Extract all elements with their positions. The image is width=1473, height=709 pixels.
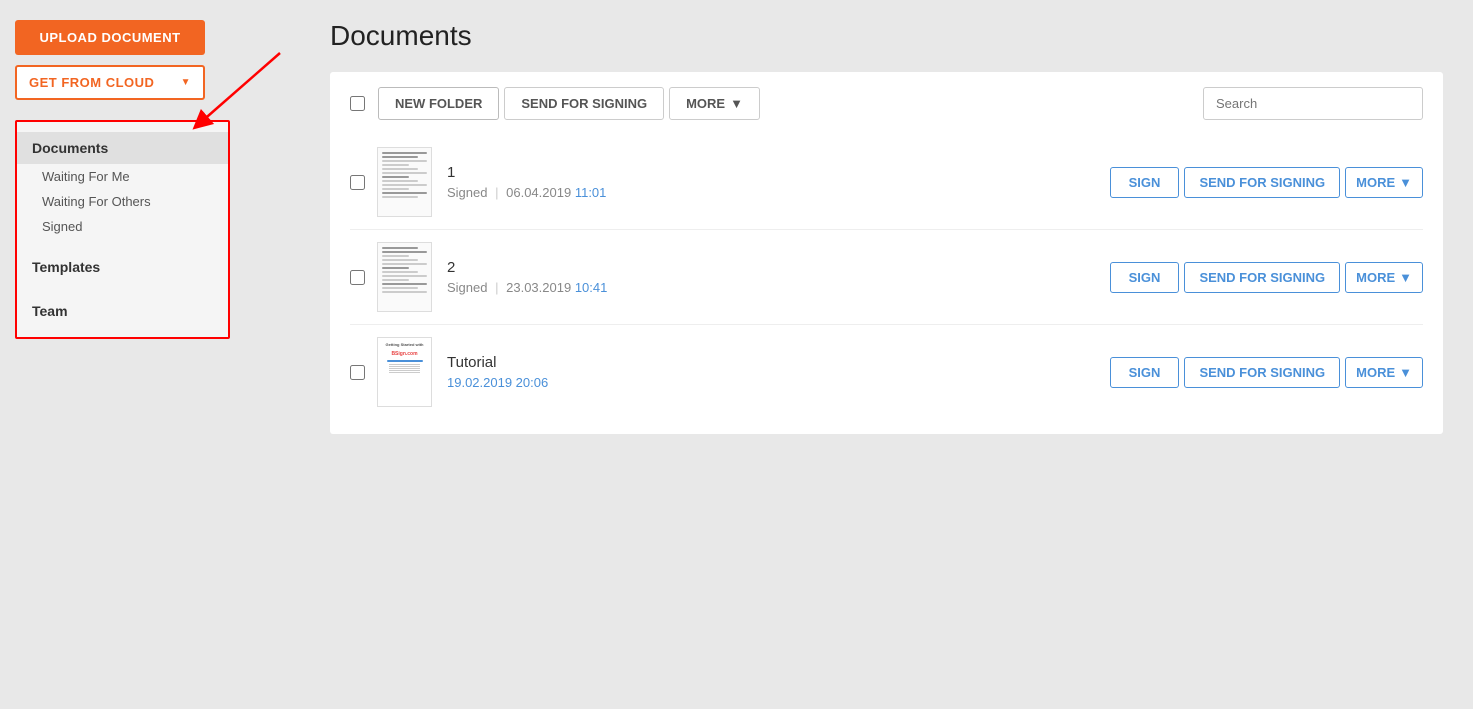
more-label-2: MORE	[1356, 270, 1395, 285]
doc-info-2: 2 Signed | 23.03.2019 10:41	[447, 259, 1110, 295]
doc-actions-2: SIGN SEND FOR SIGNING MORE ▼	[1110, 262, 1423, 293]
more-toolbar-button[interactable]: MORE ▼	[669, 87, 760, 120]
more-toolbar-label: MORE	[686, 96, 725, 111]
more-label-3: MORE	[1356, 365, 1395, 380]
sidebar-item-team[interactable]: Team	[17, 295, 228, 327]
doc-meta-2: Signed | 23.03.2019 10:41	[447, 280, 1110, 295]
doc-info-3: Tutorial 19.02.2019 20:06	[447, 354, 1110, 390]
doc-meta-3: 19.02.2019 20:06	[447, 375, 1110, 390]
doc-time-2: 10:41	[575, 280, 608, 295]
more-chevron-icon-1: ▼	[1399, 175, 1412, 190]
send-for-signing-toolbar-button[interactable]: SEND FOR SIGNING	[504, 87, 664, 120]
doc-checkbox-2[interactable]	[350, 270, 365, 285]
get-from-cloud-button[interactable]: GET FROM CLOUD ▼	[15, 65, 205, 100]
main-content: Documents NEW FOLDER SEND FOR SIGNING MO…	[300, 0, 1473, 709]
sidebar-item-waiting-for-others[interactable]: Waiting For Others	[17, 189, 228, 214]
more-label-1: MORE	[1356, 175, 1395, 190]
upload-document-button[interactable]: UPLOAD DOCUMENT	[15, 20, 205, 55]
more-chevron-icon: ▼	[730, 96, 743, 111]
table-row: Getting Started with BSign.com Tutorial …	[350, 325, 1423, 419]
more-chevron-icon-3: ▼	[1399, 365, 1412, 380]
sidebar-item-documents[interactable]: Documents	[17, 132, 228, 164]
doc-name-2: 2	[447, 259, 1110, 276]
table-row: 1 Signed | 06.04.2019 11:01 SIGN SEND FO…	[350, 135, 1423, 230]
sidebar: UPLOAD DOCUMENT GET FROM CLOUD ▼ Documen…	[0, 0, 300, 709]
send-for-signing-button-2[interactable]: SEND FOR SIGNING	[1184, 262, 1340, 293]
toolbar: NEW FOLDER SEND FOR SIGNING MORE ▼	[350, 87, 1423, 120]
doc-meta-1: Signed | 06.04.2019 11:01	[447, 185, 1110, 200]
search-input[interactable]	[1203, 87, 1423, 120]
send-for-signing-button-1[interactable]: SEND FOR SIGNING	[1184, 167, 1340, 198]
doc-checkbox-1[interactable]	[350, 175, 365, 190]
doc-status-2: Signed	[447, 280, 487, 295]
sign-button-1[interactable]: SIGN	[1110, 167, 1180, 198]
doc-status-1: Signed	[447, 185, 487, 200]
search-box	[1203, 87, 1423, 120]
more-button-1[interactable]: MORE ▼	[1345, 167, 1423, 198]
doc-info-1: 1 Signed | 06.04.2019 11:01	[447, 164, 1110, 200]
more-button-2[interactable]: MORE ▼	[1345, 262, 1423, 293]
sidebar-item-waiting-for-me[interactable]: Waiting For Me	[17, 164, 228, 189]
doc-date-2: 23.03.2019	[506, 280, 571, 295]
doc-actions-3: SIGN SEND FOR SIGNING MORE ▼	[1110, 357, 1423, 388]
doc-name-1: 1	[447, 164, 1110, 181]
doc-actions-1: SIGN SEND FOR SIGNING MORE ▼	[1110, 167, 1423, 198]
sign-button-2[interactable]: SIGN	[1110, 262, 1180, 293]
table-row: 2 Signed | 23.03.2019 10:41 SIGN SEND FO…	[350, 230, 1423, 325]
doc-time-1: 11:01	[575, 185, 607, 200]
doc-date-3: 19.02.2019 20:06	[447, 375, 548, 390]
get-from-cloud-label: GET FROM CLOUD	[29, 75, 154, 90]
doc-name-3: Tutorial	[447, 354, 1110, 371]
doc-thumbnail-2	[377, 242, 432, 312]
new-folder-button[interactable]: NEW FOLDER	[378, 87, 499, 120]
sidebar-item-signed[interactable]: Signed	[17, 214, 228, 239]
page-title: Documents	[330, 20, 1443, 52]
doc-date-1: 06.04.2019	[506, 185, 571, 200]
doc-thumbnail-1	[377, 147, 432, 217]
doc-thumbnail-3: Getting Started with BSign.com	[377, 337, 432, 407]
send-for-signing-button-3[interactable]: SEND FOR SIGNING	[1184, 357, 1340, 388]
doc-checkbox-3[interactable]	[350, 365, 365, 380]
chevron-down-icon: ▼	[181, 77, 191, 88]
sidebar-item-templates[interactable]: Templates	[17, 251, 228, 283]
more-chevron-icon-2: ▼	[1399, 270, 1412, 285]
sign-button-3[interactable]: SIGN	[1110, 357, 1180, 388]
select-all-checkbox[interactable]	[350, 96, 365, 111]
navigation-box: Documents Waiting For Me Waiting For Oth…	[15, 120, 230, 339]
documents-panel: NEW FOLDER SEND FOR SIGNING MORE ▼	[330, 72, 1443, 434]
more-button-3[interactable]: MORE ▼	[1345, 357, 1423, 388]
